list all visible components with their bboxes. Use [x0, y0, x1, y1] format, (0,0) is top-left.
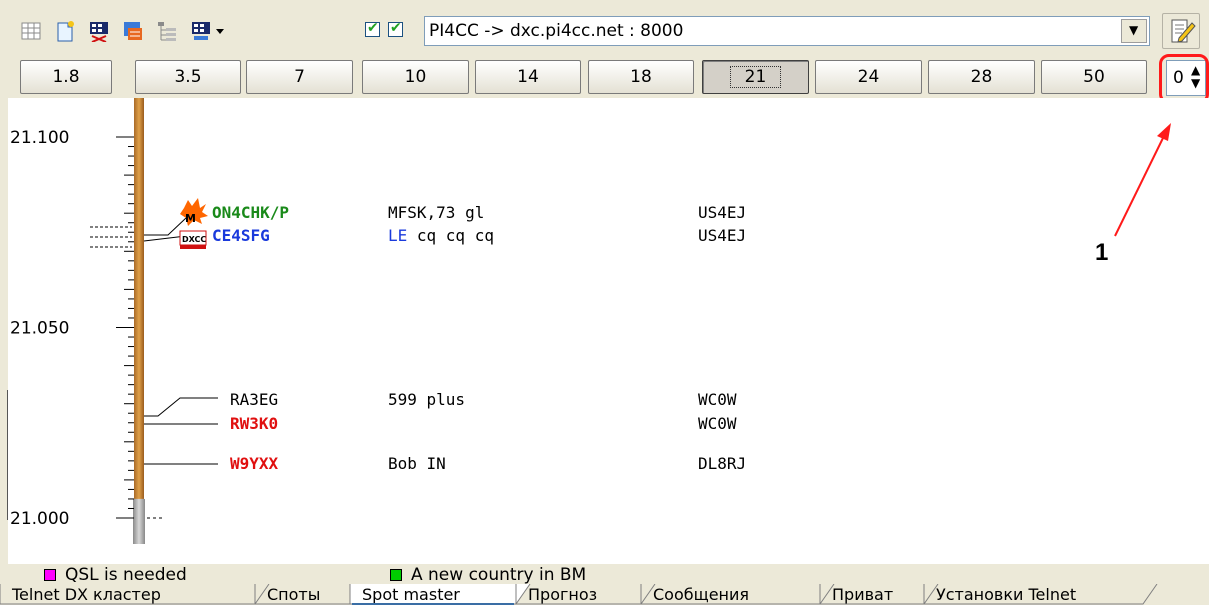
tab-label: Прогноз	[528, 585, 597, 604]
spot-spotter: US4EJ	[698, 226, 746, 245]
spot-callsign: CE4SFG	[212, 226, 270, 245]
spot-spotter: WC0W	[698, 390, 737, 409]
tab-2[interactable]: Spot master	[349, 584, 531, 605]
band-button-24[interactable]: 24	[815, 60, 922, 94]
legend-item-new-country: A new country in BM	[390, 565, 586, 585]
scale-bar-end	[133, 498, 145, 544]
grid-icon[interactable]	[20, 20, 42, 42]
dropdown-arrow-icon[interactable]	[214, 26, 226, 36]
new-document-icon[interactable]	[54, 20, 76, 42]
band-button-1.8[interactable]: 1.8	[20, 60, 112, 94]
tab-label: Установки Telnet	[936, 585, 1076, 604]
spot-comment: MFSK,73 gl	[388, 203, 484, 222]
band-button-10[interactable]: 10	[362, 60, 469, 94]
spot-callsign: W9YXX	[230, 454, 279, 473]
legend-label-new-country: A new country in BM	[411, 565, 587, 585]
band-selector-bar: 1.8 3.5 7 10 14 18 21 24 28 50	[0, 58, 1209, 98]
edit-document-icon	[1171, 19, 1196, 43]
band-button-18[interactable]: 18	[588, 60, 694, 94]
qsl-color-swatch	[44, 569, 56, 581]
cluster-select-button[interactable]: ▼	[1121, 19, 1147, 43]
spot-connector	[144, 397, 218, 417]
scale-label-mid: 21.050	[10, 319, 69, 339]
annotation-arrow: 1	[1095, 123, 1171, 266]
scale-label-top: 21.100	[10, 128, 69, 148]
filter-icon[interactable]	[122, 20, 144, 42]
tab-label: Приват	[832, 585, 893, 604]
spot-callsign: ON4CHK/P	[212, 203, 289, 222]
spot-row[interactable]: DXCC CE4SFG LE cq cq cq US4EJ	[90, 226, 746, 249]
table-export-icon[interactable]	[190, 20, 212, 42]
new-country-color-swatch	[390, 569, 402, 581]
table-settings-icon[interactable]	[88, 20, 110, 42]
tab-label: Telnet DX кластер	[11, 585, 161, 604]
band-button-7[interactable]: 7	[246, 60, 353, 94]
cluster-select-value: PI4CC -> dxc.pi4cc.net : 8000	[429, 21, 684, 41]
spot-spotter: DL8RJ	[698, 454, 746, 473]
tab-3[interactable]: Прогноз	[515, 584, 656, 605]
scale-bar	[134, 98, 144, 499]
cluster-select[interactable]: PI4CC -> dxc.pi4cc.net : 8000 ▼	[424, 16, 1150, 46]
band-button-21[interactable]: 21	[702, 60, 809, 94]
spot-comment: Bob IN	[388, 454, 446, 473]
frequency-scale: 21.100 21.050 21.000	[10, 98, 164, 544]
spot-comment: LE cq cq cq	[388, 226, 494, 245]
legend-bar: QSL is needed A new country in BM	[8, 564, 1209, 585]
tab-4[interactable]: Сообщения	[640, 584, 835, 605]
spot-spotter: US4EJ	[698, 203, 746, 222]
tab-label: Споты	[267, 585, 320, 604]
band-button-3.5[interactable]: 3.5	[135, 60, 241, 94]
tab-6[interactable]: Установки Telnet	[923, 584, 1158, 605]
band-button-14[interactable]: 14	[475, 60, 581, 94]
spot-row[interactable]: RA3EG 599 plus WC0W	[144, 390, 737, 417]
band-button-28[interactable]: 28	[928, 60, 1035, 94]
spot-spotter: WC0W	[698, 414, 737, 433]
spot-callsign: RA3EG	[230, 390, 278, 409]
main-toolbar: ✔ ✔ PI4CC -> dxc.pi4cc.net : 8000 ▼	[0, 0, 1209, 58]
auto-connect-checkbox[interactable]: ✔	[388, 20, 403, 37]
window-left-border	[0, 98, 8, 605]
spot-comment: 599 plus	[388, 390, 465, 409]
mode-badge-icon: M	[185, 212, 196, 225]
tab-label: Сообщения	[653, 585, 749, 604]
tab-strip: Telnet DX кластер Споты Spot master Прогноз…	[0, 584, 1209, 605]
spot-row[interactable]: RW3K0 WC0W	[144, 414, 737, 433]
tab-label: Spot master	[362, 585, 460, 604]
tree-icon[interactable]	[156, 20, 178, 42]
spot-list: M ON4CHK/P MFSK,73 gl US4EJ DXCC CE4SFG LE cq …	[90, 198, 746, 473]
tab-5[interactable]: Приват	[819, 584, 939, 605]
tab-0[interactable]: Telnet DX кластер	[0, 584, 270, 605]
spot-row[interactable]: W9YXX Bob IN DL8RJ	[144, 454, 746, 473]
scale-label-bottom: 21.000	[10, 509, 69, 529]
chevron-down-icon: ▼	[1129, 23, 1139, 37]
edit-settings-button[interactable]	[1162, 13, 1200, 49]
band-map-svg: 21.100 21.050 21.000 M ON4CHK/P MFSK,73 gl US…	[10, 98, 1171, 544]
band-button-50[interactable]: 50	[1041, 60, 1147, 94]
tab-strip-svg: Telnet DX кластер Споты Spot master Прогноз…	[0, 584, 1158, 605]
annotation-label: 1	[1095, 239, 1108, 266]
spot-callsign: RW3K0	[230, 414, 278, 433]
tab-1[interactable]: Споты	[254, 584, 365, 605]
annotation-highlight-circle	[1159, 54, 1209, 104]
svg-text:DXCC: DXCC	[182, 235, 206, 244]
legend-label-qsl: QSL is needed	[65, 565, 187, 585]
legend-item-qsl: QSL is needed	[44, 565, 187, 585]
band-map-canvas: 21.100 21.050 21.000 M ON4CHK/P MFSK,73 gl US…	[8, 98, 1209, 564]
show-spots-checkbox[interactable]: ✔	[365, 20, 380, 37]
